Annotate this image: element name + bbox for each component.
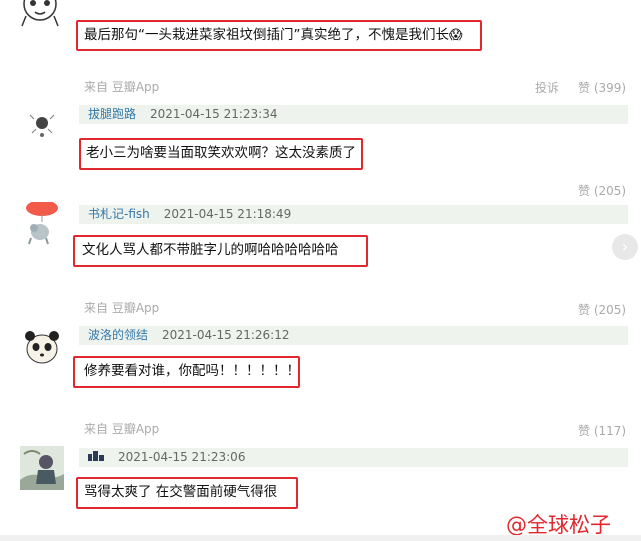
timestamp: 2021-04-15 21:23:34 (150, 107, 278, 121)
chevron-right-icon[interactable]: › (612, 234, 638, 260)
timestamp: 2021-04-15 21:23:06 (118, 450, 246, 464)
like-button[interactable]: 赞 (205) (578, 301, 626, 318)
like-button[interactable]: 赞 (399) (578, 79, 626, 96)
report-link[interactable]: 投诉 (535, 79, 559, 96)
comment-text: 文化人骂人都不带脏字儿的啊哈哈哈哈哈哈 (82, 242, 339, 258)
source-label: 来自 豆瓣App (84, 80, 160, 94)
avatar[interactable] (20, 446, 64, 490)
comment-text: 老小三为啥要当面取笑欢欢啊？这太没素质了 (86, 145, 356, 161)
username-link[interactable]: 波洛的领结 (88, 328, 148, 342)
comment-header: 拔腿跑路 2021-04-15 21:23:34 (79, 105, 628, 124)
comment-text: 修养要看对谁，你配吗！！！！！！ (84, 363, 300, 379)
avatar[interactable] (18, 0, 62, 30)
comment-text: 最后那句“一头栽进菜家祖坟倒插门”真实绝了，不愧是我们长😱 (84, 26, 463, 45)
source-label: 来自 豆瓣App (84, 422, 160, 436)
comment-text: 骂得太爽了 在交警面前硬气得很 (84, 484, 278, 500)
comment-header: 书札记-fish 2021-04-15 21:18:49 (79, 205, 628, 224)
divider (0, 535, 641, 541)
timestamp: 2021-04-15 21:18:49 (163, 207, 292, 221)
scream-emoji-icon: 😱 (449, 28, 463, 43)
group-icon (88, 448, 104, 467)
username-link[interactable]: 拔腿跑路 (88, 107, 136, 121)
like-button[interactable]: 赞 (117) (578, 422, 626, 439)
source-label: 来自 豆瓣App (84, 301, 160, 315)
like-button[interactable]: 赞 (205) (578, 182, 626, 199)
comment-header: 2021-04-15 21:23:06 (79, 448, 628, 467)
avatar[interactable] (20, 325, 64, 369)
timestamp: 2021-04-15 21:26:12 (162, 328, 290, 342)
username-link[interactable]: 书札记-fish (88, 207, 150, 221)
comment-text-content: 最后那句“一头栽进菜家祖坟倒插门”真实绝了，不愧是我们长 (84, 27, 449, 43)
avatar[interactable] (20, 103, 64, 147)
comment-header: 波洛的领结 2021-04-15 21:26:12 (79, 326, 628, 345)
avatar[interactable] (20, 202, 64, 246)
